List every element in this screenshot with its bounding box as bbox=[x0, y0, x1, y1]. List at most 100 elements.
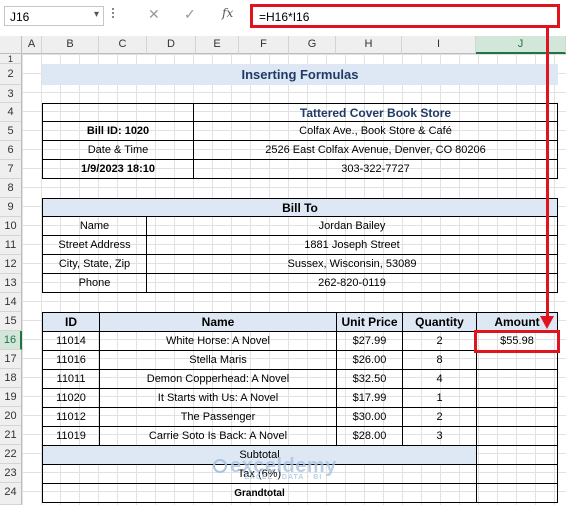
item-name[interactable]: White Horse: A Novel bbox=[99, 331, 337, 351]
sheet-title[interactable]: Inserting Formulas bbox=[42, 64, 558, 85]
row-header-21[interactable]: 21 bbox=[0, 426, 22, 445]
column-header-d[interactable]: D bbox=[147, 36, 196, 54]
item-price[interactable]: $27.99 bbox=[336, 331, 403, 351]
store-header-blank[interactable] bbox=[42, 103, 194, 122]
table-header-quantity[interactable]: Quantity bbox=[402, 312, 477, 332]
row-header-17[interactable]: 17 bbox=[0, 350, 22, 369]
table-header-unit-price[interactable]: Unit Price bbox=[336, 312, 403, 332]
cancel-icon[interactable]: ✕ bbox=[148, 6, 160, 23]
select-all-corner[interactable] bbox=[0, 36, 22, 54]
item-id[interactable]: 11012 bbox=[42, 407, 100, 427]
item-qty[interactable]: 1 bbox=[402, 388, 477, 408]
item-price[interactable]: $28.00 bbox=[336, 426, 403, 446]
column-header-c[interactable]: C bbox=[99, 36, 147, 54]
column-header-g[interactable]: G bbox=[289, 36, 336, 54]
grip-icon bbox=[112, 8, 114, 24]
item-qty[interactable]: 2 bbox=[402, 331, 477, 351]
item-amount[interactable] bbox=[476, 426, 558, 446]
row-header-20[interactable]: 20 bbox=[0, 407, 22, 426]
row-header-4[interactable]: 4 bbox=[0, 103, 22, 122]
column-header-e[interactable]: E bbox=[196, 36, 239, 54]
store-address-2[interactable]: 2526 East Colfax Avenue, Denver, CO 8020… bbox=[193, 140, 558, 160]
item-price[interactable]: $17.99 bbox=[336, 388, 403, 408]
item-id[interactable]: 11014 bbox=[42, 331, 100, 351]
bill-id[interactable]: Bill ID: 1020 bbox=[42, 121, 194, 141]
item-qty[interactable]: 8 bbox=[402, 350, 477, 370]
chevron-down-icon[interactable]: ▾ bbox=[94, 9, 99, 20]
table-header-id[interactable]: ID bbox=[42, 312, 100, 332]
item-name[interactable]: Demon Copperhead: A Novel bbox=[99, 369, 337, 389]
item-qty[interactable]: 3 bbox=[402, 426, 477, 446]
row-header-16[interactable]: 16 bbox=[0, 331, 22, 350]
row-header-10[interactable]: 10 bbox=[0, 217, 22, 236]
insert-function-icon[interactable]: fx bbox=[222, 6, 233, 20]
row-header-8[interactable]: 8 bbox=[0, 179, 22, 198]
row-header-15[interactable]: 15 bbox=[0, 312, 22, 331]
row-header-5[interactable]: 5 bbox=[0, 122, 22, 141]
item-name[interactable]: Carrie Soto Is Back: A Novel bbox=[99, 426, 337, 446]
column-header-f[interactable]: F bbox=[239, 36, 289, 54]
bill-to-header[interactable]: Bill To bbox=[42, 198, 558, 217]
item-amount[interactable] bbox=[476, 369, 558, 389]
item-amount[interactable] bbox=[476, 388, 558, 408]
store-address-1[interactable]: Colfax Ave., Book Store & Café bbox=[193, 121, 558, 141]
row-header-22[interactable]: 22 bbox=[0, 445, 22, 464]
city-label[interactable]: City, State, Zip bbox=[42, 254, 147, 274]
phone-label[interactable]: Phone bbox=[42, 273, 147, 293]
enter-icon[interactable]: ✓ bbox=[184, 6, 196, 23]
column-header-a[interactable]: A bbox=[22, 36, 42, 54]
item-qty[interactable]: 4 bbox=[402, 369, 477, 389]
row-header-23[interactable]: 23 bbox=[0, 464, 22, 483]
date-time-label[interactable]: Date & Time bbox=[42, 140, 194, 160]
row-header-18[interactable]: 18 bbox=[0, 369, 22, 388]
column-header-b[interactable]: B bbox=[42, 36, 99, 54]
item-id[interactable]: 11016 bbox=[42, 350, 100, 370]
grandtotal-value[interactable] bbox=[476, 483, 558, 503]
row-header-14[interactable]: 14 bbox=[0, 293, 22, 312]
item-price[interactable]: $32.50 bbox=[336, 369, 403, 389]
item-name[interactable]: It Starts with Us: A Novel bbox=[99, 388, 337, 408]
row-header-24[interactable]: 24 bbox=[0, 483, 22, 505]
item-qty[interactable]: 2 bbox=[402, 407, 477, 427]
store-phone[interactable]: 303-322-7727 bbox=[193, 159, 558, 179]
subtotal-value[interactable] bbox=[476, 445, 558, 465]
name-box[interactable]: J16 ▾ bbox=[4, 6, 104, 26]
annotation-arrow-head bbox=[540, 316, 554, 329]
row-header-12[interactable]: 12 bbox=[0, 255, 22, 274]
formula-bar: J16 ▾ ✕ ✓ fx =H16*I16 bbox=[0, 0, 566, 32]
item-id[interactable]: 11011 bbox=[42, 369, 100, 389]
item-price[interactable]: $30.00 bbox=[336, 407, 403, 427]
street-label[interactable]: Street Address bbox=[42, 235, 147, 255]
row-header-1[interactable]: 1 bbox=[0, 54, 22, 64]
name-label[interactable]: Name bbox=[42, 216, 147, 236]
item-name[interactable]: Stella Maris bbox=[99, 350, 337, 370]
date-time-value[interactable]: 1/9/2023 18:10 bbox=[42, 159, 194, 179]
column-header-j[interactable]: J bbox=[476, 36, 566, 54]
row-header-19[interactable]: 19 bbox=[0, 388, 22, 407]
row-header-3[interactable]: 3 bbox=[0, 85, 22, 103]
item-amount[interactable] bbox=[476, 350, 558, 370]
column-header-i[interactable]: I bbox=[402, 36, 476, 54]
table-header-name[interactable]: Name bbox=[99, 312, 337, 332]
row-header-7[interactable]: 7 bbox=[0, 160, 22, 179]
row-header-9[interactable]: 9 bbox=[0, 198, 22, 217]
row-header-2[interactable]: 2 bbox=[0, 64, 22, 85]
item-name[interactable]: The Passenger bbox=[99, 407, 337, 427]
name-value[interactable]: Jordan Bailey bbox=[146, 216, 558, 236]
store-name[interactable]: Tattered Cover Book Store bbox=[193, 103, 558, 122]
row-header-6[interactable]: 6 bbox=[0, 141, 22, 160]
column-header-h[interactable]: H bbox=[336, 36, 402, 54]
item-id[interactable]: 11019 bbox=[42, 426, 100, 446]
item-id[interactable]: 11020 bbox=[42, 388, 100, 408]
row-header-11[interactable]: 11 bbox=[0, 236, 22, 255]
phone-value[interactable]: 262-820-0119 bbox=[146, 273, 558, 293]
tax-value[interactable] bbox=[476, 464, 558, 484]
city-value[interactable]: Sussex, Wisconsin, 53089 bbox=[146, 254, 558, 274]
grandtotal-label[interactable]: Grandtotal bbox=[42, 483, 477, 503]
formula-text: =H16*I16 bbox=[259, 10, 310, 24]
item-amount[interactable] bbox=[476, 407, 558, 427]
row-header-13[interactable]: 13 bbox=[0, 274, 22, 293]
street-value[interactable]: 1881 Joseph Street bbox=[146, 235, 558, 255]
item-price[interactable]: $26.00 bbox=[336, 350, 403, 370]
formula-input[interactable]: =H16*I16 bbox=[250, 4, 560, 28]
